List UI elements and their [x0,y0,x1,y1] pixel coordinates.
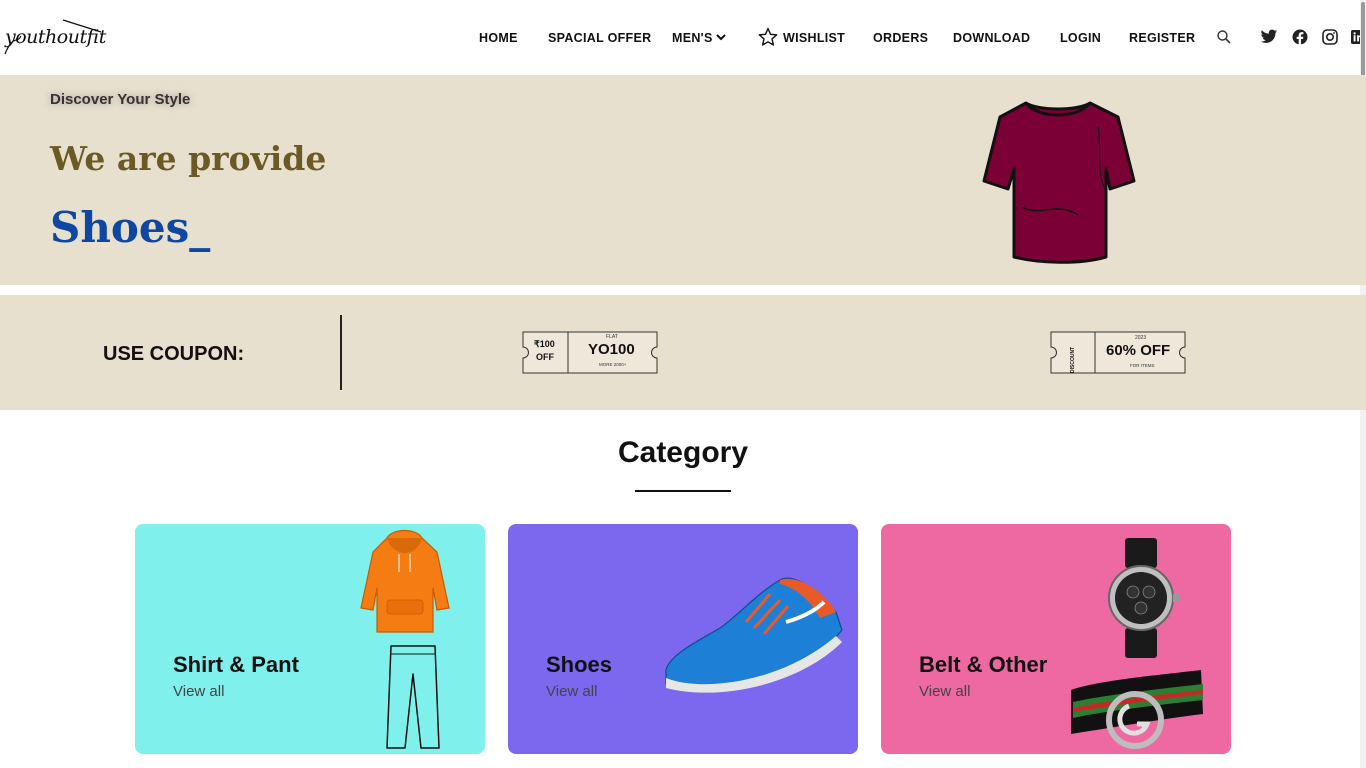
belt-image [1071,670,1203,749]
card-title: Belt & Other [919,652,1048,677]
star-icon[interactable] [758,27,778,47]
view-all-link[interactable]: View all [546,683,597,700]
ticket-code: YO100 [588,341,635,358]
ticket-year: 2023 [1135,335,1147,341]
twitter-icon[interactable] [1260,29,1278,45]
ticket-note: FOR ITEMS [1130,363,1155,368]
search-icon[interactable] [1216,29,1232,45]
nav-download[interactable]: DOWNLOAD [953,28,1030,48]
nav-orders[interactable]: ORDERS [873,28,928,48]
ticket-stub-discount: DISCOUNT [1070,346,1076,373]
ticket-stub-amount: ₹100 [534,339,555,349]
site-header: youthoutfit HOME SPACIAL OFFER MEN'S WIS… [0,0,1366,75]
watch-image [1108,538,1179,658]
ticket-stub-off: OFF [536,352,554,362]
card-title: Shoes [546,652,613,677]
nav-special-offer[interactable]: SPACIAL OFFER [548,28,651,48]
nav-mens[interactable]: MEN'S [672,28,713,48]
hero-kicker: Discover Your Style [50,91,191,108]
nav-home[interactable]: HOME [479,28,518,48]
site-logo[interactable]: youthoutfit [3,14,106,60]
instagram-icon[interactable] [1322,29,1338,45]
hero-typed-text: Shoes_ [50,203,211,252]
card-title: Shirt & Pant [173,652,299,677]
coupon-ticket-yo100[interactable]: ₹100 OFF FLAT YO100 MORE 2000+ [522,331,658,374]
coupon-label: USE COUPON: [103,343,245,365]
sneaker-image [665,577,843,693]
nav-wishlist[interactable]: WISHLIST [783,28,845,48]
ticket-offer: 60% OFF [1106,342,1171,359]
ticket-flat: FLAT [606,334,618,340]
hero-title: We are provide [50,139,327,178]
chevron-down-icon[interactable] [714,30,728,44]
hero-banner: Discover Your Style We are provide Shoes… [0,75,1366,285]
tshirt-image [982,101,1136,264]
facebook-icon[interactable] [1292,29,1308,45]
nav-register[interactable]: REGISTER [1129,28,1195,48]
coupon-ticket-60off[interactable]: DISCOUNT 2023 60% OFF FOR ITEMS [1050,331,1186,374]
category-card-belt-other[interactable]: Belt & Other View all [881,524,1231,754]
category-underline [635,490,731,492]
pants-image [386,645,440,749]
view-all-link[interactable]: View all [919,683,970,700]
nav-login[interactable]: LOGIN [1060,28,1101,48]
category-card-shoes[interactable]: Shoes View all [508,524,858,754]
coupon-band: USE COUPON: ₹100 OFF FLAT YO100 MORE 200… [0,295,1366,410]
view-all-link[interactable]: View all [173,683,224,700]
category-title: Category [617,436,749,469]
hoodie-image [360,529,450,633]
coupon-divider [340,315,342,390]
ticket-note: MORE 2000+ [599,362,627,367]
logo-text: youthoutfit [5,26,106,48]
category-card-shirt-pant[interactable]: Shirt & Pant View all [135,524,485,754]
